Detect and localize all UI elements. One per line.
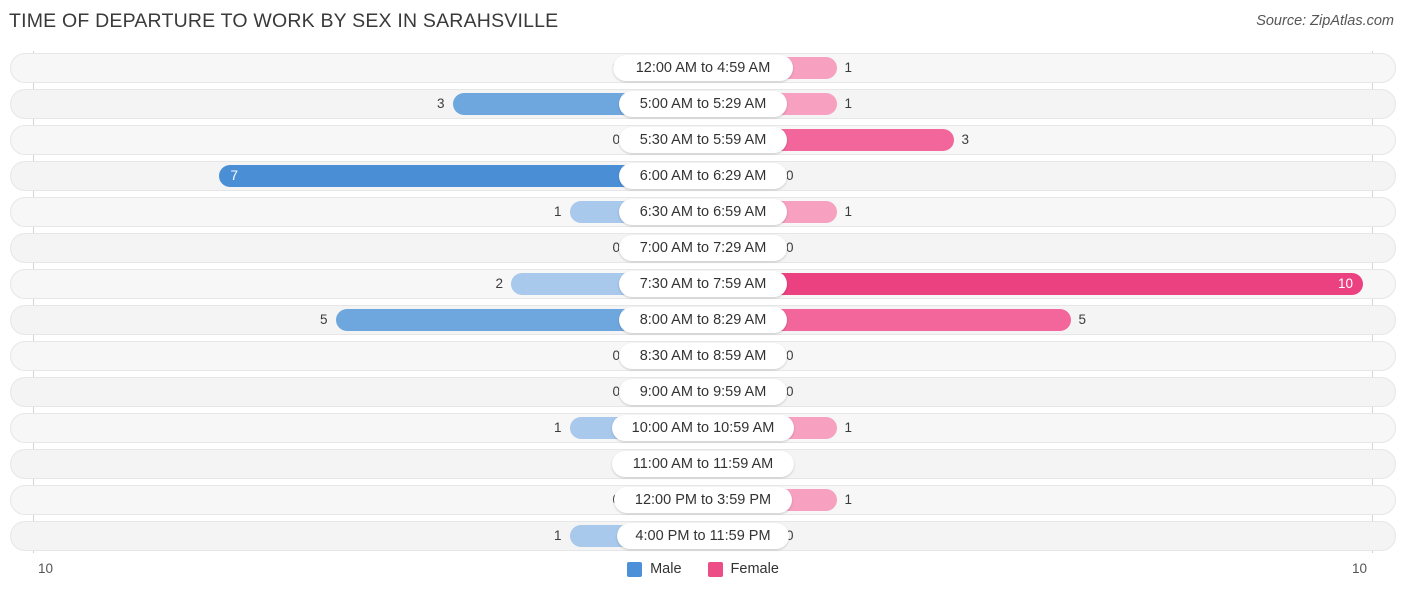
bar-value-male: 1 (553, 204, 562, 219)
category-label[interactable]: 5:30 AM to 5:59 AM (619, 127, 787, 153)
chart-legend: Male Female (0, 561, 1406, 577)
category-label[interactable]: 6:30 AM to 6:59 AM (619, 199, 787, 225)
bar-value-male: 0 (612, 348, 620, 363)
table-row[interactable]: 0 0 7:00 AM to 7:29 AM (10, 233, 1396, 263)
legend-label: Male (650, 561, 682, 577)
category-label[interactable]: 8:00 AM to 8:29 AM (619, 307, 787, 333)
category-label[interactable]: 7:00 AM to 7:29 AM (619, 235, 787, 261)
table-row[interactable]: 0112:00 PM to 3:59 PM (10, 485, 1396, 515)
category-label[interactable]: 12:00 PM to 3:59 PM (614, 487, 792, 513)
table-row[interactable]: 1 1 10:00 AM to 10:59 AM (10, 413, 1396, 443)
bar-female[interactable] (703, 273, 1363, 295)
bar-value-male: 0 (612, 132, 620, 147)
category-label[interactable]: 10:00 AM to 10:59 AM (612, 415, 794, 441)
category-label[interactable]: 11:00 AM to 11:59 AM (612, 451, 794, 477)
category-label[interactable]: 5:00 AM to 5:29 AM (619, 91, 787, 117)
bar-value-female: 1 (844, 204, 853, 219)
category-label[interactable]: 7:30 AM to 7:59 AM (619, 271, 787, 297)
bar-value-male: 2 (495, 276, 503, 291)
table-row[interactable]: 3 1 5:00 AM to 5:29 AM (10, 89, 1396, 119)
table-row[interactable]: 0112:00 AM to 4:59 AM (10, 53, 1396, 83)
category-label[interactable]: 9:00 AM to 9:59 AM (619, 379, 787, 405)
table-row[interactable]: 2 10 7:30 AM to 7:59 AM (10, 269, 1396, 299)
category-label[interactable]: 6:00 AM to 6:29 AM (619, 163, 787, 189)
category-label[interactable]: 4:00 PM to 11:59 PM (617, 523, 789, 549)
bar-value-female: 0 (786, 528, 794, 543)
table-row[interactable]: 0 0 9:00 AM to 9:59 AM (10, 377, 1396, 407)
bar-value-female: 5 (1078, 312, 1087, 327)
bar-value-male: 5 (319, 312, 328, 327)
bar-value-female: 0 (786, 168, 794, 183)
bar-value-female: 1 (844, 96, 853, 111)
chart-header: TIME OF DEPARTURE TO WORK BY SEX IN SARA… (0, 0, 1406, 45)
table-row[interactable]: 0011:00 AM to 11:59 AM (10, 449, 1396, 479)
legend-item-male[interactable]: Male (627, 561, 682, 577)
table-row[interactable]: 7 0 6:00 AM to 6:29 AM (10, 161, 1396, 191)
chart-plot-area: 0 1 12:00 AM to 4:59 AM 3 1 5:00 AM to 5:29 A… (0, 45, 1406, 553)
table-row[interactable]: 1 0 4:00 PM to 11:59 PM (10, 521, 1396, 551)
bar-value-female: 1 (844, 420, 853, 435)
bar-value-female: 1 (844, 60, 853, 75)
bar-value-male: 0 (612, 240, 620, 255)
bar-value-female: 3 (961, 132, 970, 147)
table-row[interactable]: 0 0 8:30 AM to 8:59 AM (10, 341, 1396, 371)
legend-swatch-icon (627, 561, 643, 577)
category-label[interactable]: 12:00 AM to 4:59 AM (613, 55, 793, 81)
bar-value-male: 1 (553, 528, 562, 543)
bar-value-male: 1 (553, 420, 562, 435)
bar-value-female: 0 (786, 384, 794, 399)
bar-value-male: 7 (230, 168, 239, 183)
legend-label: Female (730, 561, 779, 577)
chart-footer: 10 10 Male Female (0, 553, 1406, 595)
table-row[interactable]: 5 5 8:00 AM to 8:29 AM (10, 305, 1396, 335)
legend-swatch-icon (707, 561, 723, 577)
bar-value-male: 3 (436, 96, 445, 111)
bar-value-female: 1 (844, 492, 853, 507)
table-row[interactable]: 0 3 5:30 AM to 5:59 AM (10, 125, 1396, 155)
source-attribution: Source: ZipAtlas.com (1256, 13, 1394, 29)
category-label[interactable]: 8:30 AM to 8:59 AM (619, 343, 787, 369)
legend-item-female[interactable]: Female (707, 561, 779, 577)
table-row[interactable]: 1 1 6:30 AM to 6:59 AM (10, 197, 1396, 227)
bar-value-female: 0 (786, 240, 794, 255)
bar-value-female: 0 (786, 348, 794, 363)
bar-value-female: 10 (1337, 276, 1353, 291)
page-title: TIME OF DEPARTURE TO WORK BY SEX IN SARA… (9, 10, 559, 32)
bar-value-male: 0 (612, 384, 620, 399)
